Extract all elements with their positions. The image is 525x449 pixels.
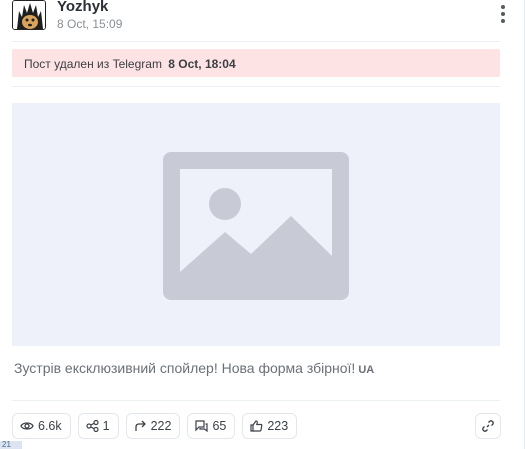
deleted-date: 8 Oct, 18:04	[168, 57, 236, 71]
comments-icon	[195, 420, 209, 432]
divider	[12, 41, 500, 42]
flag-label: UA	[358, 364, 375, 376]
forward-icon	[134, 420, 146, 431]
menu-dot	[501, 12, 505, 16]
comments-chip[interactable]: 65	[187, 413, 236, 439]
copy-link-button[interactable]	[475, 413, 501, 439]
thumbs-up-icon	[250, 420, 263, 432]
share-icon	[86, 420, 99, 432]
divider	[12, 86, 500, 87]
menu-dot	[501, 5, 505, 9]
avatar[interactable]	[12, 0, 46, 30]
link-icon	[482, 420, 494, 432]
post-stats: 6.6k 1 222 65 223	[12, 413, 298, 439]
more-vertical-icon[interactable]	[494, 2, 512, 26]
post-time: 8 Oct, 15:09	[57, 17, 123, 31]
post-card: Yozhyk 8 Oct, 15:09 Пост удален из Teleg…	[0, 0, 525, 449]
corner-badge: 21	[0, 441, 22, 449]
forwards-count: 222	[150, 419, 172, 433]
shares-chip[interactable]: 1	[77, 413, 119, 439]
menu-dot	[501, 19, 505, 23]
shares-count: 1	[102, 419, 110, 433]
views-chip[interactable]: 6.6k	[12, 413, 71, 439]
deleted-text: Пост удален из Telegram	[24, 57, 162, 71]
divider	[12, 400, 500, 401]
author-name[interactable]: Yozhyk	[57, 0, 108, 15]
reactions-chip[interactable]: 223	[242, 413, 298, 439]
post-caption: Зустрів ексклюзивний спойлер! Нова форма…	[14, 360, 374, 376]
caption-text: Зустрів ексклюзивний спойлер! Нова форма…	[14, 360, 356, 376]
forwards-chip[interactable]: 222	[125, 413, 181, 439]
views-count: 6.6k	[38, 419, 62, 433]
deleted-banner: Пост удален из Telegram 8 Oct, 18:04	[12, 49, 500, 77]
post-media[interactable]	[12, 103, 500, 346]
reactions-count: 223	[267, 419, 289, 433]
comments-count: 65	[212, 419, 227, 433]
image-placeholder-icon	[163, 152, 349, 300]
post-header: Yozhyk 8 Oct, 15:09	[12, 0, 512, 38]
eye-icon	[20, 422, 34, 430]
